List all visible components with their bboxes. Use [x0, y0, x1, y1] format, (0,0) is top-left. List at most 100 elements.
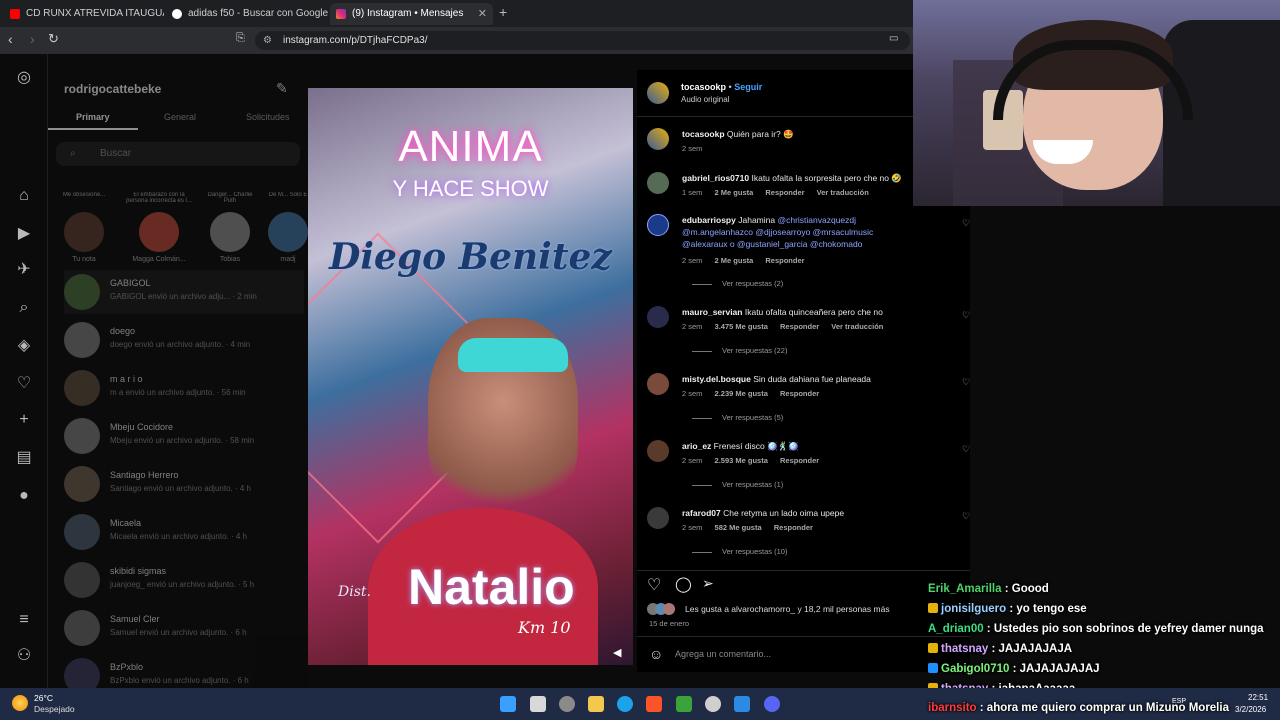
- like-comment-icon[interactable]: ♡: [962, 444, 970, 455]
- obs-icon[interactable]: [559, 696, 575, 712]
- liker-avatars[interactable]: [647, 603, 681, 615]
- steam-icon[interactable]: [705, 696, 721, 712]
- bookmark-icon[interactable]: ⎘: [236, 32, 245, 45]
- view-replies[interactable]: Ver respuestas (10): [692, 547, 787, 556]
- dashboard-icon[interactable]: ▤: [14, 448, 34, 468]
- conversation-item[interactable]: BzPxblo BzPxblo envió un archivo adjunto…: [64, 654, 304, 694]
- like-comment-icon[interactable]: ♡: [962, 310, 970, 321]
- menu-icon[interactable]: ≡: [14, 610, 34, 630]
- likes-count[interactable]: 582 Me gusta: [715, 523, 762, 532]
- avatar[interactable]: [647, 128, 669, 150]
- avatar[interactable]: [647, 373, 669, 395]
- note-item[interactable]: Danger... Charlie Puth Tobias: [202, 192, 258, 263]
- clock-time[interactable]: 22:51: [1248, 693, 1268, 702]
- tab-instagram[interactable]: (9) Instagram • Mensajes ✕: [330, 3, 493, 25]
- minecraft-icon[interactable]: [676, 696, 692, 712]
- conversation-item[interactable]: doego doego envió un archivo adjunto. · …: [64, 318, 304, 362]
- like-comment-icon[interactable]: ♡: [962, 511, 970, 522]
- follow-button[interactable]: Seguir: [734, 82, 762, 92]
- note-item[interactable]: Me obsesione... Tu nota: [56, 192, 112, 263]
- site-info-icon[interactable]: ⚙: [263, 31, 272, 50]
- avatar[interactable]: [647, 306, 669, 328]
- dm-search-input[interactable]: ⌕ Buscar: [56, 142, 300, 166]
- conversation-item[interactable]: Samuel Cler Samuel envió un archivo adju…: [64, 606, 304, 650]
- author-avatar[interactable]: [647, 82, 669, 104]
- view-replies[interactable]: Ver respuestas (22): [692, 346, 787, 355]
- conversation-item[interactable]: m a r i o m a envió un archivo adjunto. …: [64, 366, 304, 410]
- cast-icon[interactable]: ▭: [889, 33, 898, 44]
- avatar[interactable]: [647, 507, 669, 529]
- weather-icon[interactable]: [12, 695, 28, 711]
- forward-icon[interactable]: ›: [30, 31, 35, 47]
- likes-summary[interactable]: Les gusta a alvarochamorro_ y 18,2 mil p…: [685, 604, 890, 614]
- like-post-icon[interactable]: ♡: [647, 575, 661, 595]
- home-icon[interactable]: ⌂: [14, 186, 34, 206]
- clock-date[interactable]: 3/2/2026: [1235, 705, 1266, 714]
- like-comment-icon[interactable]: ♡: [962, 377, 970, 388]
- close-tab-icon[interactable]: ✕: [478, 3, 487, 25]
- weather-desc[interactable]: Despejado: [34, 704, 75, 714]
- new-message-icon[interactable]: ✎: [276, 80, 288, 97]
- view-replies[interactable]: Ver respuestas (1): [692, 480, 783, 489]
- reply-button[interactable]: Responder: [780, 322, 819, 331]
- emoji-icon[interactable]: ☺: [649, 646, 663, 662]
- conversation-item[interactable]: Mbeju Cocidore Mbeju envió un archivo ad…: [64, 414, 304, 458]
- note-item[interactable]: El embarazo con la persona incorrecta es…: [126, 192, 192, 263]
- note-item[interactable]: De M... Solo E madj: [268, 192, 308, 263]
- likes-count[interactable]: 2.593 Me gusta: [715, 456, 768, 465]
- translate-button[interactable]: Ver traducción: [831, 322, 883, 331]
- avatar[interactable]: [647, 172, 669, 194]
- view-replies[interactable]: Ver respuestas (2): [692, 279, 783, 288]
- file-explorer-icon[interactable]: [588, 696, 604, 712]
- reply-button[interactable]: Responder: [780, 389, 819, 398]
- notifications-heart-icon[interactable]: ♡: [14, 374, 34, 394]
- view-replies[interactable]: Ver respuestas (5): [692, 413, 783, 422]
- create-icon[interactable]: +: [14, 410, 34, 430]
- avatar[interactable]: [647, 214, 669, 236]
- conversation-item[interactable]: Micaela Micaela envió un archivo adjunto…: [64, 510, 304, 554]
- reply-button[interactable]: Responder: [774, 523, 813, 532]
- comment-icon[interactable]: ◯: [675, 575, 692, 593]
- reply-button[interactable]: Responder: [765, 256, 804, 265]
- like-comment-icon[interactable]: ♡: [962, 218, 970, 229]
- search-icon[interactable]: ⌕: [14, 298, 34, 318]
- author-username[interactable]: tocasookp: [681, 82, 726, 92]
- share-icon[interactable]: ➢: [702, 575, 714, 592]
- likes-count[interactable]: 2.239 Me gusta: [715, 389, 768, 398]
- conversation-item[interactable]: GABIGOL GABIGOL envió un archivo adju...…: [64, 270, 304, 314]
- likes-count[interactable]: 2 Me gusta: [715, 256, 754, 265]
- instagram-logo-icon[interactable]: ◎: [14, 68, 34, 88]
- audio-icon[interactable]: ◀: [613, 646, 621, 659]
- new-tab-icon[interactable]: +: [499, 4, 507, 20]
- post-media[interactable]: ANIMA Y HACE SHOW Diego Benitez Dist. Na…: [308, 88, 633, 665]
- explore-icon[interactable]: ◈: [14, 336, 34, 356]
- translate-button[interactable]: Ver traducción: [817, 188, 869, 197]
- audio-label[interactable]: Audio original: [681, 95, 729, 104]
- conversation-item[interactable]: Santiago Herrero Santiago envió un archi…: [64, 462, 304, 506]
- avatar[interactable]: [647, 440, 669, 462]
- reels-icon[interactable]: ▶: [14, 224, 34, 244]
- back-icon[interactable]: ‹: [8, 31, 13, 47]
- conversation-item[interactable]: skibidi sigmas juanjoeg_ envió un archiv…: [64, 558, 304, 602]
- discord-icon[interactable]: [764, 696, 780, 712]
- comment-input[interactable]: Agrega un comentario...: [675, 649, 771, 659]
- edge-icon[interactable]: [617, 696, 633, 712]
- tab-youtube[interactable]: CD RUNX ATREVIDA ITAUGUA PY: [4, 3, 164, 25]
- tab-primary[interactable]: Primary: [76, 112, 110, 122]
- url-bar[interactable]: ⚙ instagram.com/p/DTjhaFCDPa3/: [255, 31, 910, 50]
- task-view-icon[interactable]: [530, 696, 546, 712]
- dm-username[interactable]: rodrigocattebeke: [64, 82, 161, 96]
- messages-icon[interactable]: ✈: [14, 260, 34, 280]
- reply-button[interactable]: Responder: [765, 188, 804, 197]
- likes-count[interactable]: 2 Me gusta: [715, 188, 754, 197]
- more-apps-icon[interactable]: ⚇: [14, 646, 34, 666]
- weather-temp[interactable]: 26°C: [34, 693, 53, 703]
- windows-start-icon[interactable]: [500, 696, 516, 712]
- tab-requests[interactable]: Solicitudes: [246, 112, 290, 122]
- reload-icon[interactable]: ↻: [48, 31, 59, 47]
- likes-count[interactable]: 3.475 Me gusta: [715, 322, 768, 331]
- vscode-icon[interactable]: [734, 696, 750, 712]
- brave-icon[interactable]: [646, 696, 662, 712]
- tab-general[interactable]: General: [164, 112, 196, 122]
- profile-avatar[interactable]: ●: [14, 486, 34, 506]
